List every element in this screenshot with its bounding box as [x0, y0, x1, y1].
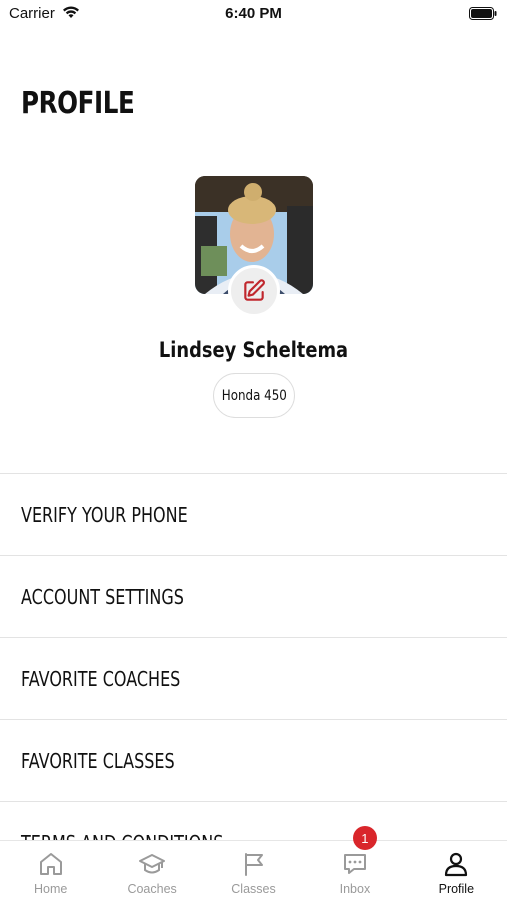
menu-item-favorite-classes[interactable]: FAVORITE CLASSES — [0, 719, 507, 801]
flag-icon — [244, 853, 263, 876]
menu-item-label: ACCOUNT SETTINGS — [21, 584, 184, 609]
menu-item-account-settings[interactable]: ACCOUNT SETTINGS — [0, 555, 507, 637]
battery-icon — [469, 7, 497, 20]
edit-photo-button[interactable] — [228, 265, 280, 317]
inbox-badge: 1 — [352, 826, 377, 850]
page-title: PROFILE — [21, 86, 135, 121]
tab-bar: Home Coaches Classes 1 Inbox Profile — [0, 826, 507, 900]
user-icon — [445, 852, 468, 877]
tab-classes[interactable]: Classes — [203, 841, 304, 900]
menu-item-label: VERIFY YOUR PHONE — [21, 502, 188, 527]
user-name: Lindsey Scheltema — [158, 338, 349, 362]
edit-icon — [244, 279, 265, 301]
tab-label: Home — [34, 882, 68, 896]
status-time: 6:40 PM — [225, 5, 282, 22]
menu-item-label: FAVORITE CLASSES — [21, 748, 175, 773]
profile-menu: VERIFY YOUR PHONE ACCOUNT SETTINGS FAVOR… — [0, 473, 507, 883]
tab-label: Inbox — [339, 882, 371, 896]
chat-icon — [343, 854, 366, 874]
tab-inbox[interactable]: 1 Inbox — [304, 826, 405, 900]
bike-chip[interactable]: Honda 450 — [213, 373, 295, 418]
tab-label: Profile — [438, 882, 475, 896]
tab-coaches[interactable]: Coaches — [101, 841, 202, 900]
graduation-cap-icon — [139, 854, 166, 874]
menu-item-favorite-coaches[interactable]: FAVORITE COACHES — [0, 637, 507, 719]
bike-label: Honda 450 — [221, 387, 287, 404]
tab-label: Classes — [231, 882, 276, 896]
profile-photo-container — [195, 176, 313, 317]
home-icon — [39, 853, 62, 875]
tab-home[interactable]: Home — [0, 841, 101, 900]
menu-item-verify-phone[interactable]: VERIFY YOUR PHONE — [0, 473, 507, 555]
menu-item-label: FAVORITE COACHES — [21, 666, 181, 691]
status-bar: Carrier 6:40 PM — [0, 0, 507, 28]
tab-label: Coaches — [127, 882, 177, 896]
tab-profile[interactable]: Profile — [406, 841, 507, 900]
